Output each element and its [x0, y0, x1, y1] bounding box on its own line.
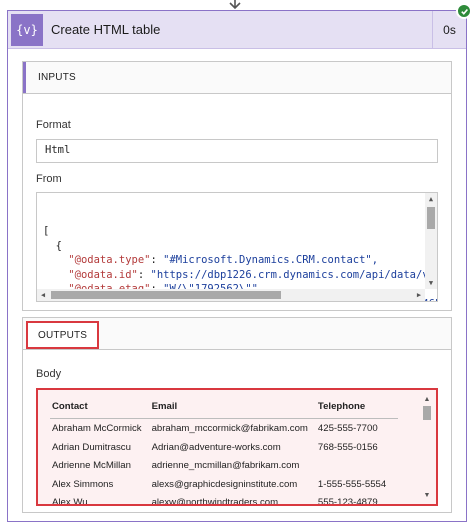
cell-telephone: 768-555-0156	[317, 441, 378, 453]
json-line: [	[43, 225, 50, 237]
json-value: "#Microsoft.Dynamics.CRM.contact",	[163, 254, 379, 266]
table-row: Alex Simmons alexs@graphicdesigninstitute…	[50, 475, 398, 494]
card-header[interactable]: {v} Create HTML table 0s	[8, 3, 472, 49]
cell-email: alexs@graphicdesigninstitute.com	[151, 478, 298, 490]
scroll-right-icon[interactable]: ▶	[413, 289, 425, 301]
scroll-up-icon[interactable]: ▲	[425, 193, 437, 205]
table-row: Adrienne McMillan adrienne_mcmillan@fabri…	[50, 456, 398, 475]
scrollbar-thumb[interactable]	[423, 406, 431, 420]
json-line: {	[55, 239, 62, 252]
cell-contact: Alex Simmons	[52, 478, 114, 490]
body-label: Body	[36, 368, 62, 380]
column-header-email: Email	[149, 397, 316, 419]
json-value: "https://dbp1226.crm.dynamics.com/api/da…	[150, 268, 438, 281]
from-json-viewer[interactable]: [ { "@odata.type": "#Microsoft.Dynamics.…	[36, 192, 438, 302]
inputs-tab-row: INPUTS	[23, 62, 451, 94]
cell-contact: Adrian Dumitrascu	[52, 441, 131, 453]
table-row: Alex Wu alexw@northwindtraders.com 555-123…	[50, 493, 398, 506]
variable-braces-icon: {v}	[11, 13, 43, 46]
cell-email: alexw@northwindtraders.com	[151, 497, 279, 506]
checkmark-icon	[456, 3, 472, 19]
table-row: Abraham McCormick abraham_mccormick@fabri…	[50, 419, 398, 438]
inputs-section: INPUTS Format Html From [ { "@odata.type…	[22, 61, 452, 311]
outputs-tab-row: OUTPUTS	[23, 318, 451, 350]
scroll-up-icon[interactable]: ▲	[422, 394, 432, 404]
action-title: Create HTML table	[51, 22, 161, 37]
cell-contact: Alex Wu	[52, 497, 88, 506]
cell-email: Adrian@adventure-works.com	[151, 441, 281, 453]
outputs-section: OUTPUTS Body Contact Email Telephone Abr…	[22, 317, 452, 513]
body-html-table-output[interactable]: Contact Email Telephone Abraham McCormic…	[36, 388, 438, 506]
cell-telephone	[316, 456, 398, 475]
scrollbar-thumb[interactable]	[427, 207, 435, 229]
format-label: Format	[36, 119, 71, 131]
column-header-contact: Contact	[50, 397, 150, 419]
horizontal-scrollbar[interactable]: ◀ ▶	[37, 289, 425, 301]
json-line: "@odata.id": "https://dbp1226.crm.dynami…	[43, 268, 437, 283]
cell-email: adrienne_mcmillan@fabrikam.com	[151, 460, 300, 471]
scroll-down-icon[interactable]: ▼	[425, 277, 437, 289]
cell-contact: Adrienne McMillan	[52, 460, 131, 471]
scroll-down-icon[interactable]: ▼	[422, 490, 432, 500]
contacts-table: Contact Email Telephone Abraham McCormic…	[50, 397, 398, 506]
cell-contact: Abraham McCormick	[52, 423, 142, 434]
scrollbar-thumb[interactable]	[51, 291, 281, 299]
column-header-telephone: Telephone	[315, 397, 398, 419]
cell-telephone: 1-555-555-5554	[317, 478, 387, 490]
from-label: From	[36, 173, 62, 185]
cell-telephone: 425-555-7700	[317, 423, 378, 434]
json-line: "@odata.type": "#Microsoft.Dynamics.CRM.…	[68, 254, 379, 266]
scroll-left-icon[interactable]: ◀	[37, 289, 49, 301]
create-html-table-card: {v} Create HTML table 0s INPUTS Format H…	[7, 3, 472, 522]
table-header-row: Contact Email Telephone	[50, 397, 398, 419]
format-field[interactable]: Html	[36, 139, 438, 163]
table-body: Abraham McCormick abraham_mccormick@fabri…	[50, 419, 398, 506]
tab-inputs[interactable]: INPUTS	[23, 62, 89, 93]
table-vertical-scrollbar[interactable]: ▲ ▼	[422, 394, 432, 500]
json-key: "@odata.type"	[68, 254, 151, 266]
cell-telephone: 555-123-4879	[317, 497, 378, 506]
vertical-scrollbar[interactable]: ▲ ▼	[425, 193, 437, 289]
cell-email: abraham_mccormick@fabrikam.com	[151, 423, 308, 434]
tab-outputs[interactable]: OUTPUTS	[26, 321, 100, 349]
connector-arrow-icon	[229, 0, 241, 10]
json-key: "@odata.id"	[68, 268, 138, 281]
table-row: Adrian Dumitrascu Adrian@adventure-works.…	[50, 438, 398, 457]
